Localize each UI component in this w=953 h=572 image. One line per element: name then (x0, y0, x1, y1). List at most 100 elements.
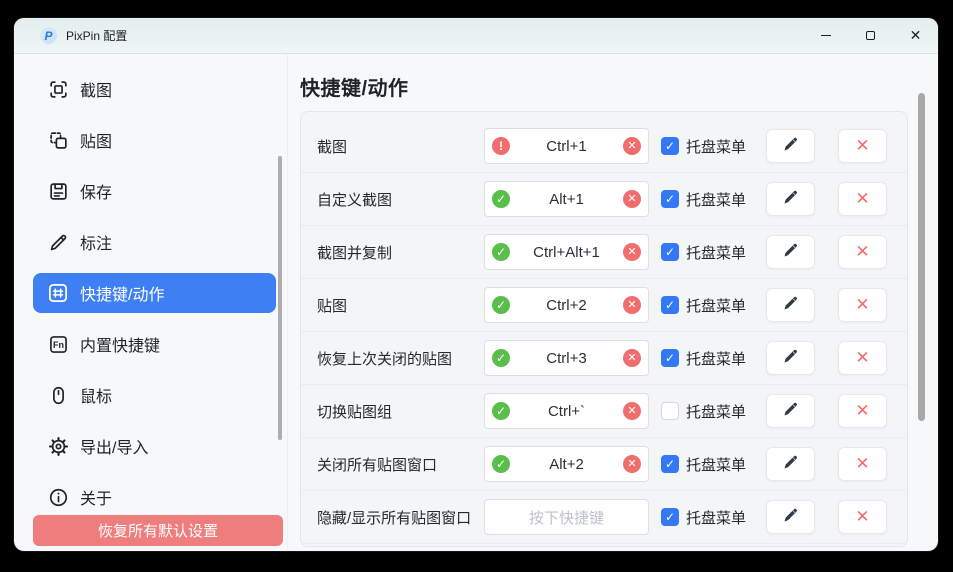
close-button[interactable]: ✕ (893, 18, 938, 54)
hotkey-value: Ctrl+` (510, 403, 623, 420)
app-logo-icon: P (40, 27, 57, 44)
sidebar-item-builtin-hotkeys[interactable]: Fn 内置快捷键 (33, 324, 276, 364)
delete-hotkey-button[interactable]: ✕ (838, 129, 887, 163)
reset-defaults-button[interactable]: 恢复所有默认设置 (33, 515, 283, 546)
hotkey-value: Ctrl+2 (510, 297, 623, 314)
sidebar-item-label: 快捷键/动作 (80, 281, 164, 305)
screenshot-icon (47, 78, 69, 100)
hotkey-clear-icon[interactable]: ✕ (623, 402, 641, 420)
main-content: 快捷键/动作 截图 ! Ctrl+1 ✕ ✓ 托盘菜单 ✕ 自定义截图 ✓ (288, 54, 938, 551)
hotkey-row: 隐藏/显示所有贴图窗口 按下快捷键 ✓ 托盘菜单 ✕ (301, 491, 907, 544)
hotkey-value: Alt+2 (510, 456, 623, 473)
delete-hotkey-button[interactable]: ✕ (838, 341, 887, 375)
edit-hotkey-button[interactable] (766, 129, 815, 163)
hotkey-value: Alt+1 (510, 191, 623, 208)
delete-hotkey-button[interactable]: ✕ (838, 447, 887, 481)
tray-menu-checkbox[interactable]: ✓ (661, 243, 679, 261)
delete-hotkey-button[interactable]: ✕ (838, 288, 887, 322)
hotkey-clear-icon[interactable]: ✕ (623, 243, 641, 261)
sidebar-item-hotkeys-actions[interactable]: 快捷键/动作 (33, 273, 276, 313)
edit-hotkey-button[interactable] (766, 341, 815, 375)
tray-menu-label: 托盘菜单 (686, 401, 746, 422)
pencil-icon (782, 241, 800, 264)
minimize-icon (821, 35, 831, 36)
tray-menu-group: 托盘菜单 (661, 401, 746, 422)
hotkey-clear-icon[interactable]: ✕ (623, 349, 641, 367)
delete-hotkey-button[interactable]: ✕ (838, 182, 887, 216)
tray-menu-label: 托盘菜单 (686, 454, 746, 475)
pencil-icon (782, 347, 800, 370)
hotkey-row-label: 截图并复制 (317, 242, 484, 263)
sidebar-item-label: 截图 (80, 77, 112, 101)
tray-menu-checkbox[interactable]: ✓ (661, 296, 679, 314)
pencil-icon (782, 400, 800, 423)
hotkey-row-label: 隐藏/显示所有贴图窗口 (317, 507, 484, 528)
sidebar-item-pin-image[interactable]: 贴图 (33, 120, 276, 160)
tray-menu-checkbox[interactable]: ✓ (661, 508, 679, 526)
sidebar-item-label: 内置快捷键 (80, 332, 160, 356)
pencil-icon (782, 135, 800, 158)
edit-hotkey-button[interactable] (766, 182, 815, 216)
edit-hotkey-button[interactable] (766, 500, 815, 534)
hotkey-status-icon: ! (492, 137, 510, 155)
pin-image-icon (47, 129, 69, 151)
tray-menu-group: ✓ 托盘菜单 (661, 454, 746, 475)
hotkey-row: 截图并复制 ✓ Ctrl+Alt+1 ✕ ✓ 托盘菜单 ✕ (301, 226, 907, 279)
hotkey-input[interactable]: ✓ Ctrl+Alt+1 ✕ (484, 234, 649, 270)
hotkey-value: Ctrl+1 (510, 138, 623, 155)
hotkey-input[interactable]: ✓ Ctrl+3 ✕ (484, 340, 649, 376)
hotkey-row: 自定义截图 ✓ Alt+1 ✕ ✓ 托盘菜单 ✕ (301, 173, 907, 226)
delete-hotkey-button[interactable]: ✕ (838, 235, 887, 269)
delete-x-icon: ✕ (855, 244, 869, 261)
sidebar-item-save[interactable]: 保存 (33, 171, 276, 211)
fn-key-icon: Fn (47, 333, 69, 355)
minimize-button[interactable] (803, 18, 848, 54)
hotkey-input[interactable]: ✓ Ctrl+2 ✕ (484, 287, 649, 323)
hotkey-input[interactable]: ✓ Alt+1 ✕ (484, 181, 649, 217)
tray-menu-label: 托盘菜单 (686, 295, 746, 316)
window-title: PixPin 配置 (66, 27, 127, 44)
delete-x-icon: ✕ (855, 456, 869, 473)
hotkey-clear-icon[interactable]: ✕ (623, 296, 641, 314)
delete-x-icon: ✕ (855, 509, 869, 526)
hotkey-row-label: 关闭所有贴图窗口 (317, 454, 484, 475)
pencil-icon (782, 294, 800, 317)
sidebar-scrollbar[interactable] (278, 156, 282, 440)
svg-text:Fn: Fn (52, 339, 63, 349)
hotkey-clear-icon[interactable]: ✕ (623, 190, 641, 208)
tray-menu-label: 托盘菜单 (686, 348, 746, 369)
sidebar-item-mouse[interactable]: 鼠标 (33, 375, 276, 415)
hotkey-input[interactable]: ! Ctrl+1 ✕ (484, 128, 649, 164)
delete-hotkey-button[interactable]: ✕ (838, 394, 887, 428)
edit-hotkey-button[interactable] (766, 288, 815, 322)
hotkey-input[interactable]: ✓ Alt+2 ✕ (484, 446, 649, 482)
edit-hotkey-button[interactable] (766, 447, 815, 481)
sidebar-item-about[interactable]: 关于 (33, 477, 276, 517)
tray-menu-checkbox[interactable]: ✓ (661, 190, 679, 208)
delete-hotkey-button[interactable]: ✕ (838, 500, 887, 534)
titlebar[interactable]: P PixPin 配置 ✕ (14, 18, 938, 54)
hotkey-clear-icon[interactable]: ✕ (623, 455, 641, 473)
sidebar-item-screenshot[interactable]: 截图 (33, 69, 276, 109)
sidebar-item-annotate[interactable]: 标注 (33, 222, 276, 262)
hotkey-status-icon: ✓ (492, 455, 510, 473)
tray-menu-checkbox[interactable]: ✓ (661, 137, 679, 155)
edit-hotkey-button[interactable] (766, 235, 815, 269)
hotkey-input[interactable]: 按下快捷键 (484, 499, 649, 535)
tray-menu-checkbox[interactable] (661, 402, 679, 420)
hotkey-input[interactable]: ✓ Ctrl+` ✕ (484, 393, 649, 429)
sidebar-item-export-import[interactable]: 导出/导入 (33, 426, 276, 466)
maximize-button[interactable] (848, 18, 893, 54)
tray-menu-label: 托盘菜单 (686, 136, 746, 157)
main-scrollbar[interactable] (918, 93, 925, 421)
delete-x-icon: ✕ (855, 297, 869, 314)
mouse-icon (47, 384, 69, 406)
close-icon: ✕ (910, 29, 922, 43)
hotkey-status-icon: ✓ (492, 402, 510, 420)
tray-menu-checkbox[interactable]: ✓ (661, 349, 679, 367)
pencil-icon (47, 231, 69, 253)
tray-menu-checkbox[interactable]: ✓ (661, 455, 679, 473)
edit-hotkey-button[interactable] (766, 394, 815, 428)
hotkey-clear-icon[interactable]: ✕ (623, 137, 641, 155)
hotkey-row-label: 切换贴图组 (317, 401, 484, 422)
